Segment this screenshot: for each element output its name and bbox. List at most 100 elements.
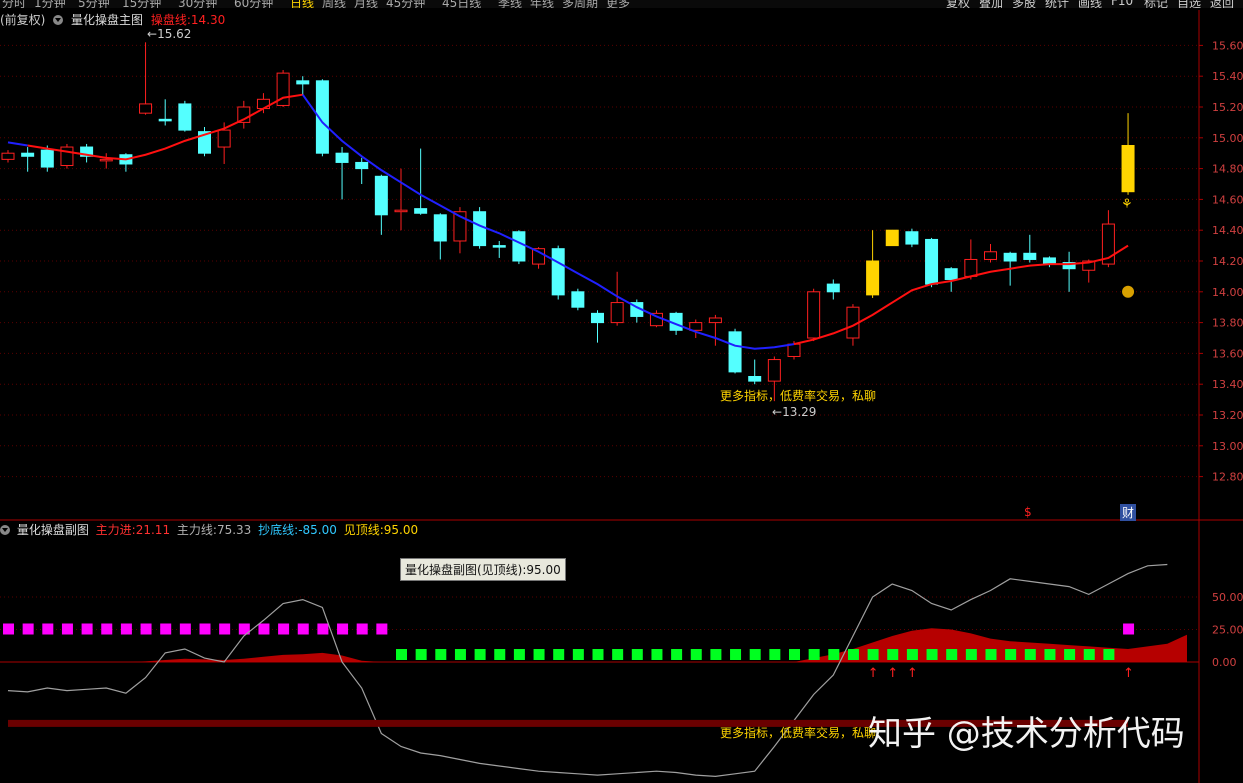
signal-square-18	[356, 623, 368, 635]
candle-body-29	[571, 291, 585, 308]
candle-body-17	[335, 152, 349, 163]
main-tick-label-3: 13.40	[1212, 378, 1243, 391]
signal-square-55	[1083, 649, 1095, 660]
signal-square-3	[61, 623, 73, 635]
dollar-marker[interactable]: $	[1024, 505, 1032, 519]
signal-square-57	[1123, 623, 1135, 635]
signal-square-34	[671, 649, 683, 660]
signal-square-4	[81, 623, 93, 635]
up-arrow-icon-3: ↑	[1123, 666, 1134, 681]
ma-line-seg-0	[7, 141, 28, 147]
main-tick-label-2: 13.20	[1212, 409, 1243, 422]
signal-square-22	[435, 649, 447, 660]
sub-tick-label-2: 0.00	[1212, 656, 1237, 669]
signal-square-42	[828, 649, 840, 660]
candle-body-22	[433, 214, 447, 242]
main-tick-label-4: 13.60	[1212, 347, 1243, 360]
indicator-tooltip: 量化操盘副图(见顶线):95.00	[400, 558, 566, 581]
low-price-marker: ←13.29	[772, 405, 817, 419]
candle-body-8	[158, 118, 172, 122]
candle-body-2	[40, 149, 54, 168]
sub-tick-label-1: 25.00	[1212, 624, 1243, 637]
candle-body-9	[178, 103, 192, 131]
signal-square-53	[1044, 649, 1056, 660]
main-tick-label-11: 15.00	[1212, 132, 1243, 145]
candle-body-31	[610, 302, 624, 324]
up-arrow-icon-1: ↑	[887, 666, 898, 681]
signal-square-15	[297, 623, 309, 635]
candle-body-47	[925, 238, 939, 285]
main-tick-label-13: 15.40	[1212, 70, 1243, 83]
signal-square-10	[199, 623, 211, 635]
main-tick-label-12: 15.20	[1212, 101, 1243, 114]
candle-body-5	[99, 158, 113, 162]
signal-square-49	[965, 649, 977, 660]
watermark: 知乎 @技术分析代码	[868, 714, 1185, 754]
candle-body-42	[826, 283, 840, 293]
signal-square-0	[3, 623, 14, 635]
signal-square-25	[494, 649, 506, 660]
candle-body-25	[492, 245, 506, 248]
signal-square-28	[553, 649, 565, 660]
stock-chart[interactable]: 12.80 13.00 13.20 13.40 13.60 13.80 14.00 14.20…	[0, 0, 1243, 783]
signal-square-33	[651, 649, 663, 660]
signal-square-24	[474, 649, 486, 660]
candle-body-0	[1, 152, 15, 160]
candle-body-20	[394, 209, 408, 213]
signal-square-11	[219, 623, 231, 635]
signal-square-13	[258, 623, 270, 635]
candle-body-36	[708, 317, 722, 324]
signal-square-6	[120, 623, 132, 635]
main-tick-label-0: 12.80	[1212, 471, 1243, 484]
candle-body-52	[1023, 252, 1037, 260]
signal-square-8	[160, 623, 172, 635]
signal-square-35	[690, 649, 702, 660]
candle-body-38	[748, 376, 762, 382]
main-ad-text: 更多指标，低费率交易，私聊	[720, 389, 877, 403]
signal-square-46	[906, 649, 918, 660]
ma-line-seg-3	[793, 244, 1129, 346]
candle-body-50	[984, 251, 997, 260]
candle-body-45	[885, 229, 899, 247]
finance-marker[interactable]: 财	[1120, 504, 1137, 521]
candle-body-1	[21, 152, 35, 157]
candle-body-37	[728, 331, 742, 373]
signal-square-32	[631, 649, 643, 660]
signal-square-44	[867, 649, 879, 660]
main-tick-label-1: 13.00	[1212, 440, 1243, 453]
candle-body-24	[473, 211, 487, 247]
candle-body-19	[374, 175, 388, 216]
candle-body-48	[944, 268, 958, 280]
candle-body-3	[60, 146, 74, 167]
signal-square-56	[1103, 649, 1115, 660]
signal-square-36	[710, 649, 722, 660]
signal-square-20	[396, 649, 407, 660]
signal-square-9	[179, 623, 191, 635]
candle-body-41	[807, 291, 821, 339]
candle-body-51	[1003, 252, 1017, 262]
candle-body-11	[217, 129, 231, 148]
candle-body-26	[512, 231, 526, 262]
signal-square-14	[278, 623, 290, 635]
signal-square-39	[769, 649, 781, 660]
money-bag-icon	[1122, 285, 1135, 298]
signal-square-38	[749, 649, 761, 660]
signal-square-29	[572, 649, 584, 660]
candle-body-40	[787, 343, 801, 357]
main-tick-label-5: 13.80	[1212, 317, 1243, 330]
signal-square-26	[513, 649, 525, 660]
main-tick-label-8: 14.40	[1212, 224, 1243, 237]
candle-body-39	[767, 359, 781, 382]
main-tick-label-10: 14.80	[1212, 163, 1243, 176]
signal-square-48	[946, 649, 958, 660]
signal-square-37	[730, 649, 742, 660]
signal-square-16	[317, 623, 329, 635]
candle-body-21	[414, 208, 428, 214]
candle-body-49	[964, 258, 978, 277]
main-tick-label-6: 14.00	[1212, 286, 1243, 299]
signal-square-41	[808, 649, 820, 660]
candle-body-15	[296, 80, 310, 85]
candle-body-18	[355, 161, 369, 170]
signal-square-17	[337, 623, 349, 635]
ma-line-seg-2	[301, 94, 795, 350]
